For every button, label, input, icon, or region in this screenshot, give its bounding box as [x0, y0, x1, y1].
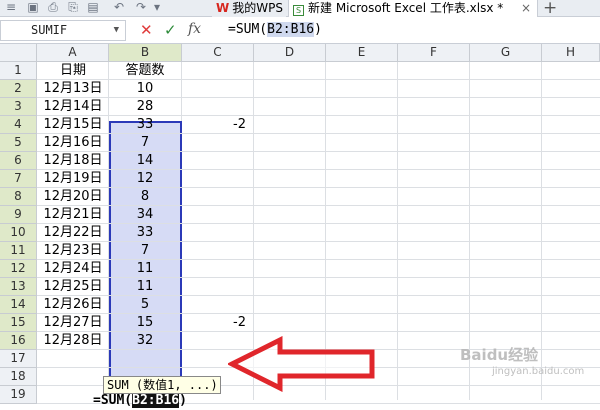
- cell-c15[interactable]: -2: [182, 314, 252, 332]
- cell-b14[interactable]: 5: [109, 296, 181, 314]
- name-box[interactable]: SUMIF ▼: [0, 20, 126, 41]
- tab-workbook[interactable]: S 新建 Microsoft Excel 工作表.xlsx * ×: [288, 0, 538, 17]
- edit-suffix: ): [179, 393, 187, 408]
- cell-b5[interactable]: 7: [109, 134, 181, 152]
- cell-b11[interactable]: 7: [109, 242, 181, 260]
- undo-icon[interactable]: ↶: [112, 1, 126, 14]
- cell-a14[interactable]: 12月26日: [38, 296, 108, 314]
- menu-icon[interactable]: ≡: [4, 1, 18, 14]
- cell-b8[interactable]: 8: [109, 188, 181, 206]
- formula-range: B2:B16: [267, 22, 315, 37]
- wps-logo-icon: W: [216, 1, 230, 15]
- save-icon[interactable]: ▣: [26, 1, 40, 14]
- print-icon[interactable]: ⎘: [66, 1, 80, 14]
- cell-b6[interactable]: 14: [109, 152, 181, 170]
- tab-doc-label: 新建 Microsoft Excel 工作表.xlsx *: [308, 1, 504, 15]
- insert-function-icon[interactable]: fx: [188, 21, 201, 37]
- row-header-2[interactable]: 2: [0, 80, 37, 98]
- column-header-b[interactable]: B: [109, 44, 182, 62]
- cell-b15[interactable]: 15: [109, 314, 181, 332]
- cell-a6[interactable]: 12月18日: [38, 152, 108, 170]
- cell-b3[interactable]: 28: [109, 98, 181, 116]
- red-arrow-annotation: [228, 336, 375, 392]
- enter-icon[interactable]: ✓: [164, 21, 177, 39]
- baidu-watermark: Baidu经验: [460, 346, 539, 364]
- tab-my-wps[interactable]: W 我的WPS: [212, 0, 286, 17]
- cell-a13[interactable]: 12月25日: [38, 278, 108, 296]
- cell-b10[interactable]: 33: [109, 224, 181, 242]
- row-header-4[interactable]: 4: [0, 116, 37, 134]
- cell-b13[interactable]: 11: [109, 278, 181, 296]
- cell-a5[interactable]: 12月16日: [38, 134, 108, 152]
- watermark-url: jingyan.baidu.com: [492, 366, 585, 377]
- cell-a15[interactable]: 12月27日: [38, 314, 108, 332]
- cell-b2[interactable]: 10: [109, 80, 181, 98]
- row-header-18[interactable]: 18: [0, 368, 37, 386]
- column-header-g[interactable]: G: [470, 44, 542, 62]
- row-header-6[interactable]: 6: [0, 152, 37, 170]
- close-tab-icon[interactable]: ×: [521, 0, 531, 16]
- cell-b1[interactable]: 答题数: [109, 62, 181, 80]
- edit-prefix: =SUM(: [93, 393, 133, 408]
- cell-a3[interactable]: 12月14日: [38, 98, 108, 116]
- column-header-c[interactable]: C: [182, 44, 254, 62]
- cell-a9[interactable]: 12月21日: [38, 206, 108, 224]
- cell-a12[interactable]: 12月24日: [38, 260, 108, 278]
- cell-a2[interactable]: 12月13日: [38, 80, 108, 98]
- row-header-11[interactable]: 11: [0, 242, 37, 260]
- redo-icon[interactable]: ↷: [134, 1, 148, 14]
- formula-input[interactable]: =SUM(B2:B16): [228, 22, 322, 37]
- cell-a7[interactable]: 12月19日: [38, 170, 108, 188]
- cell-a4[interactable]: 12月15日: [38, 116, 108, 134]
- row-header-7[interactable]: 7: [0, 170, 37, 188]
- row-header-13[interactable]: 13: [0, 278, 37, 296]
- column-header-a[interactable]: A: [37, 44, 109, 62]
- row-header-1[interactable]: 1: [0, 62, 37, 80]
- cell-a11[interactable]: 12月23日: [38, 242, 108, 260]
- row-header-19[interactable]: 19: [0, 386, 37, 404]
- select-all-corner[interactable]: [0, 44, 37, 62]
- edit-range: B2:B16: [132, 393, 180, 408]
- function-tooltip: SUM (数值1, ...): [103, 376, 221, 394]
- column-header-e[interactable]: E: [326, 44, 398, 62]
- dropdown-icon[interactable]: ▾: [150, 1, 164, 14]
- cell-a16[interactable]: 12月28日: [38, 332, 108, 350]
- row-header-10[interactable]: 10: [0, 224, 37, 242]
- row-header-17[interactable]: 17: [0, 350, 37, 368]
- cell-b4[interactable]: 33: [109, 116, 181, 134]
- formula-bar: SUMIF ▼ ✕ ✓ fx =SUM(B2:B16): [0, 17, 600, 44]
- name-box-value: SUMIF: [31, 23, 68, 37]
- row-header-14[interactable]: 14: [0, 296, 37, 314]
- spreadsheet-icon: S: [293, 5, 304, 16]
- formula-suffix: ): [314, 22, 322, 37]
- editing-cell-b17[interactable]: =SUM(B2:B16): [93, 392, 187, 410]
- row-header-9[interactable]: 9: [0, 206, 37, 224]
- row-header-12[interactable]: 12: [0, 260, 37, 278]
- column-header-d[interactable]: D: [254, 44, 326, 62]
- column-header-h[interactable]: H: [542, 44, 600, 62]
- cell-c4[interactable]: -2: [182, 116, 252, 134]
- print-preview-icon[interactable]: ⎙: [46, 1, 60, 14]
- title-bar: ≡ ▣ ⎙ ⎘ ▤ ↶ ↷ ▾ W 我的WPS S 新建 Microsoft Exc…: [0, 0, 600, 18]
- row-header-3[interactable]: 3: [0, 98, 37, 116]
- row-header-15[interactable]: 15: [0, 314, 37, 332]
- cell-a8[interactable]: 12月20日: [38, 188, 108, 206]
- cell-b16[interactable]: 32: [109, 332, 181, 350]
- cell-a10[interactable]: 12月22日: [38, 224, 108, 242]
- cancel-icon[interactable]: ✕: [140, 21, 153, 39]
- new-tab-button[interactable]: +: [543, 0, 557, 18]
- formula-prefix: =SUM(: [228, 22, 268, 37]
- tab-wps-label: 我的WPS: [232, 1, 283, 15]
- row-header-5[interactable]: 5: [0, 134, 37, 152]
- export-icon[interactable]: ▤: [86, 1, 100, 14]
- row-header-16[interactable]: 16: [0, 332, 37, 350]
- cell-b7[interactable]: 12: [109, 170, 181, 188]
- chevron-down-icon[interactable]: ▼: [114, 21, 119, 40]
- row-header-8[interactable]: 8: [0, 188, 37, 206]
- column-header-f[interactable]: F: [398, 44, 470, 62]
- cell-b12[interactable]: 11: [109, 260, 181, 278]
- cell-a1[interactable]: 日期: [38, 62, 108, 80]
- cell-b9[interactable]: 34: [109, 206, 181, 224]
